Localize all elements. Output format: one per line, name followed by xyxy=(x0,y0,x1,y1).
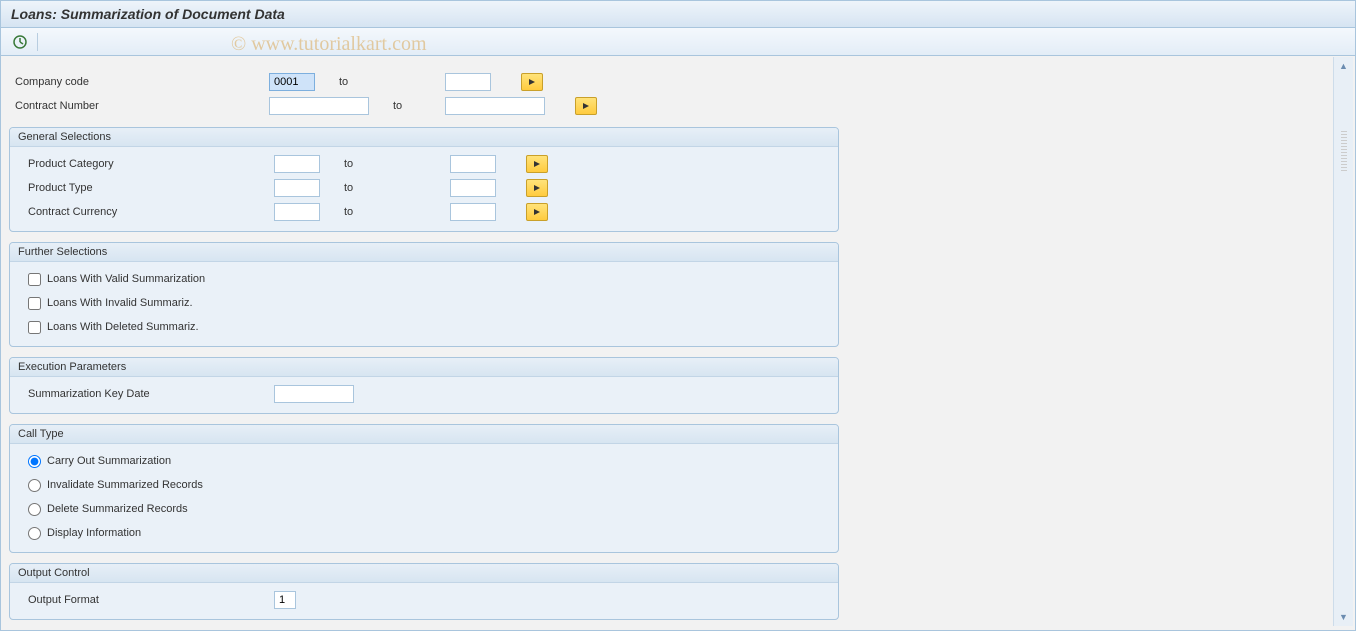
scroll-down-icon[interactable]: ▼ xyxy=(1339,612,1348,622)
label-loans-deleted: Loans With Deleted Summariz. xyxy=(47,321,199,333)
label-contract-currency: Contract Currency xyxy=(14,206,274,218)
input-company-code-from[interactable] xyxy=(269,73,315,91)
group-general-selections: General Selections Product Category to P… xyxy=(9,127,839,232)
label-company-code: Company code xyxy=(9,76,269,88)
page-title: Loans: Summarization of Document Data xyxy=(1,1,1355,28)
content-area: Company code to Contract Number to Gener… xyxy=(1,57,1331,626)
label-delete: Delete Summarized Records xyxy=(47,503,188,515)
multiple-selection-button[interactable] xyxy=(526,155,548,173)
label-carry-out: Carry Out Summarization xyxy=(47,455,171,467)
checkbox-loans-valid[interactable] xyxy=(28,273,41,286)
radio-invalidate[interactable] xyxy=(28,479,41,492)
group-title-further: Further Selections xyxy=(10,243,838,262)
group-call-type: Call Type Carry Out Summarization Invali… xyxy=(9,424,839,553)
group-further-selections: Further Selections Loans With Valid Summ… xyxy=(9,242,839,347)
label-contract-number: Contract Number xyxy=(9,100,269,112)
label-product-category: Product Category xyxy=(14,158,274,170)
radio-carry-out[interactable] xyxy=(28,455,41,468)
input-contract-currency-to[interactable] xyxy=(450,203,496,221)
input-product-category-from[interactable] xyxy=(274,155,320,173)
app-toolbar xyxy=(1,28,1355,56)
input-product-type-from[interactable] xyxy=(274,179,320,197)
label-to: to xyxy=(369,100,445,112)
label-loans-invalid: Loans With Invalid Summariz. xyxy=(47,297,193,309)
input-product-category-to[interactable] xyxy=(450,155,496,173)
label-to: to xyxy=(320,158,450,170)
input-contract-number-to[interactable] xyxy=(445,97,545,115)
checkbox-loans-invalid[interactable] xyxy=(28,297,41,310)
input-summ-key-date[interactable] xyxy=(274,385,354,403)
label-to: to xyxy=(320,206,450,218)
input-output-format[interactable] xyxy=(274,591,296,609)
app-frame: Loans: Summarization of Document Data © … xyxy=(0,0,1356,631)
input-company-code-to[interactable] xyxy=(445,73,491,91)
vertical-scrollbar[interactable]: ▲ ▼ xyxy=(1333,57,1353,626)
row-contract-number: Contract Number to xyxy=(9,95,1323,117)
scroll-up-icon[interactable]: ▲ xyxy=(1339,61,1348,71)
label-summ-key-date: Summarization Key Date xyxy=(14,388,274,400)
multiple-selection-button[interactable] xyxy=(526,203,548,221)
label-to: to xyxy=(320,182,450,194)
scroll-grip[interactable] xyxy=(1341,131,1347,171)
row-company-code: Company code to xyxy=(9,71,1323,93)
radio-display-info[interactable] xyxy=(28,527,41,540)
multiple-selection-button[interactable] xyxy=(521,73,543,91)
execute-icon[interactable] xyxy=(11,33,29,51)
label-invalidate: Invalidate Summarized Records xyxy=(47,479,203,491)
label-display-info: Display Information xyxy=(47,527,141,539)
label-product-type: Product Type xyxy=(14,182,274,194)
group-title-general: General Selections xyxy=(10,128,838,147)
input-contract-currency-from[interactable] xyxy=(274,203,320,221)
multiple-selection-button[interactable] xyxy=(526,179,548,197)
multiple-selection-button[interactable] xyxy=(575,97,597,115)
group-title-output: Output Control xyxy=(10,564,838,583)
label-loans-valid: Loans With Valid Summarization xyxy=(47,273,205,285)
label-output-format: Output Format xyxy=(14,594,274,606)
input-contract-number-from[interactable] xyxy=(269,97,369,115)
group-output-control: Output Control Output Format xyxy=(9,563,839,620)
radio-delete[interactable] xyxy=(28,503,41,516)
toolbar-separator xyxy=(37,33,38,51)
checkbox-loans-deleted[interactable] xyxy=(28,321,41,334)
group-title-exec: Execution Parameters xyxy=(10,358,838,377)
input-product-type-to[interactable] xyxy=(450,179,496,197)
label-to: to xyxy=(315,76,445,88)
group-execution-parameters: Execution Parameters Summarization Key D… xyxy=(9,357,839,414)
group-title-calltype: Call Type xyxy=(10,425,838,444)
